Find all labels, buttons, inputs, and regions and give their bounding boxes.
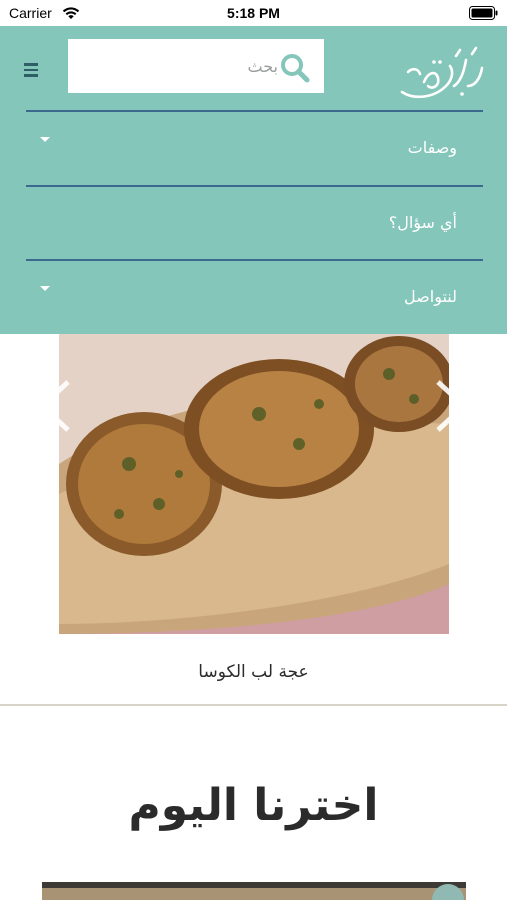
chevron-down-icon[interactable] [40, 286, 50, 291]
next-slide-arrow[interactable] [432, 378, 472, 434]
menu-item-label: وصفات [407, 138, 457, 157]
prev-slide-arrow[interactable] [34, 378, 74, 434]
slide-image[interactable] [59, 334, 449, 634]
logo-mark [400, 46, 484, 99]
menu-item-label: لنتواصل [404, 287, 457, 306]
hamburger-icon[interactable] [22, 59, 46, 81]
logo[interactable] [394, 42, 490, 102]
header-menu-panel: وصفات أي سؤال؟ لنتواصل [0, 26, 507, 334]
food-photo [59, 334, 449, 634]
search-box [68, 39, 324, 93]
menu-item-contact[interactable]: لنتواصل [26, 261, 483, 333]
search-input[interactable] [78, 51, 278, 81]
slide-caption[interactable]: عجة لب الكوسا [0, 662, 507, 682]
menu-item-questions[interactable]: أي سؤال؟ [26, 187, 483, 259]
featured-photo [42, 882, 466, 900]
featured-recipe-image[interactable] [42, 882, 466, 900]
clock: 5:18 PM [227, 5, 280, 21]
status-bar: Carrier 5:18 PM [0, 0, 507, 26]
recipe-slider: عجة لب الكوسا [0, 334, 507, 706]
chevron-down-icon[interactable] [40, 137, 50, 142]
section-divider [0, 704, 507, 706]
search-icon[interactable] [280, 53, 310, 83]
battery-icon [469, 6, 498, 20]
menu-item-recipes[interactable]: وصفات [26, 112, 483, 184]
section-title: اخترنا اليوم [128, 780, 379, 831]
menu-item-label: أي سؤال؟ [388, 213, 457, 232]
